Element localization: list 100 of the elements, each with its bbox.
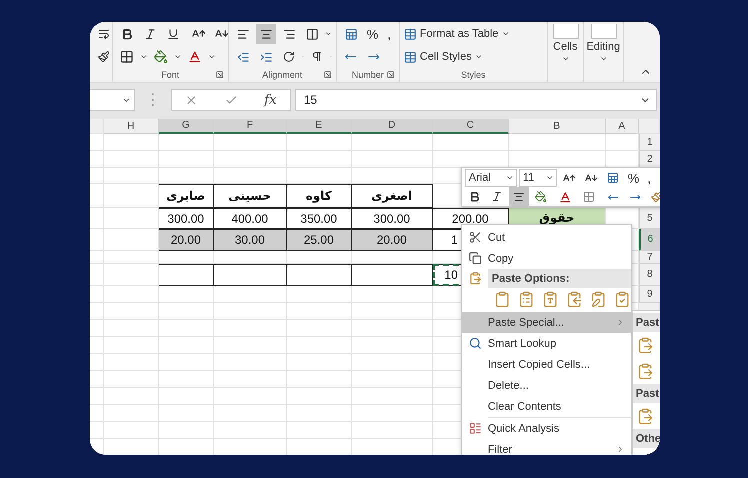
table-cell (104, 184, 159, 208)
table-cell (159, 320, 214, 337)
table-cell (159, 286, 214, 303)
launcher-icon (324, 71, 332, 79)
menu-item[interactable]: Insert Copied Cells... (462, 354, 631, 375)
table-cell (287, 388, 352, 405)
style-button[interactable]: Cell Styles (404, 47, 543, 67)
row-header[interactable]: 9 (639, 286, 660, 303)
table-cell (287, 168, 352, 184)
table-cell (90, 337, 104, 354)
group-label: Font (161, 70, 180, 80)
column-header[interactable]: C (433, 119, 509, 134)
insert-function-button[interactable]: fx (264, 92, 277, 108)
paste-option-icon (637, 362, 654, 380)
row-header[interactable]: 2 (639, 151, 660, 168)
style-button[interactable]: Format as Table (404, 24, 543, 44)
row-header[interactable]: 1 (639, 134, 660, 151)
table-cell (90, 354, 104, 371)
number-format-button[interactable]: % (625, 170, 643, 186)
table-cell (104, 168, 159, 184)
caret-icon (600, 55, 608, 63)
table-cell (287, 303, 352, 320)
launcher-icon (216, 71, 224, 79)
caret-icon (546, 174, 554, 182)
group-label: Number (352, 70, 384, 80)
table-cell (287, 320, 352, 337)
group-label: Alignment (262, 70, 303, 80)
table-cell (90, 320, 104, 337)
table-cell (287, 422, 352, 439)
menu-item[interactable]: Clear Contents (462, 396, 631, 417)
table-cell (159, 388, 214, 405)
row-header[interactable]: 6 (639, 229, 660, 251)
column-header[interactable]: D (352, 119, 433, 134)
table-cell (287, 134, 352, 151)
table-cell (104, 208, 159, 229)
launcher-icon (387, 71, 395, 79)
font-size-dropdown[interactable]: 11 (519, 169, 557, 187)
column-header[interactable]: A (606, 119, 639, 134)
number-format-button[interactable]: , (384, 26, 394, 42)
table-cell (159, 337, 214, 354)
column-header[interactable]: E (287, 119, 352, 134)
caret-icon (506, 174, 514, 182)
table-cell (90, 405, 104, 422)
table-icon (404, 50, 417, 64)
table-cell (104, 151, 159, 168)
copy-icon (468, 252, 482, 265)
table-cell (90, 422, 104, 439)
font-dropdown[interactable]: Arial (465, 169, 517, 187)
row-header[interactable]: 5 (639, 208, 660, 229)
table-cell (90, 168, 104, 184)
caret-icon (208, 53, 216, 61)
table-cell (90, 264, 104, 286)
number-format-button[interactable]: , (644, 170, 654, 186)
table-cell (159, 303, 214, 320)
table-cell: 20.00 (352, 229, 433, 251)
menu-item[interactable]: Quick Analysis (462, 418, 631, 439)
enter-icon (224, 94, 238, 106)
caret-icon (325, 30, 332, 38)
cancel-icon (185, 94, 198, 106)
row-header[interactable]: 8 (639, 264, 660, 286)
caret-icon (174, 53, 182, 61)
paste-option-icon (518, 291, 535, 308)
column-header[interactable]: F (214, 119, 287, 134)
table-cell (90, 184, 104, 208)
menu-heading: Past (633, 384, 660, 403)
table-cell (287, 354, 352, 371)
table-cell (159, 405, 214, 422)
table-cell (287, 371, 352, 388)
row-header[interactable]: 7 (639, 251, 660, 264)
table-cell: اصغری (352, 184, 433, 208)
cells-button[interactable]: Cells (552, 24, 579, 63)
table-cell (287, 151, 352, 168)
menu-item[interactable]: Filter (462, 439, 631, 455)
menu-item[interactable]: Paste Special... (462, 312, 631, 333)
column-header[interactable]: G (159, 119, 214, 134)
table-cell: حسینی (214, 184, 287, 208)
editing-button[interactable]: Editing (588, 24, 619, 63)
table-cell (90, 371, 104, 388)
number-format-button[interactable]: % (364, 26, 382, 42)
table-cell (159, 422, 214, 439)
column-header[interactable]: H (104, 119, 159, 134)
align-center-icon[interactable] (509, 187, 529, 207)
table-cell: 20.00 (159, 229, 214, 251)
menu-item[interactable]: Smart Lookup (462, 333, 631, 354)
paste-option-icon (637, 336, 654, 354)
menu-heading: Paste Options: (488, 269, 631, 288)
column-header[interactable]: B (509, 119, 606, 134)
table-cell (159, 151, 214, 168)
formula-field[interactable]: 15 (295, 89, 657, 111)
table-cell (159, 251, 214, 264)
clipboard-icon (468, 272, 482, 285)
table-cell: کاوه (287, 184, 352, 208)
table-cell (287, 264, 352, 286)
table-icon (404, 28, 417, 40)
table-cell (159, 134, 214, 151)
table-cell (90, 251, 104, 264)
table-cell (104, 354, 159, 371)
table-cell (104, 303, 159, 320)
align-icon[interactable] (256, 24, 276, 44)
menu-item[interactable]: Delete... (462, 375, 631, 396)
